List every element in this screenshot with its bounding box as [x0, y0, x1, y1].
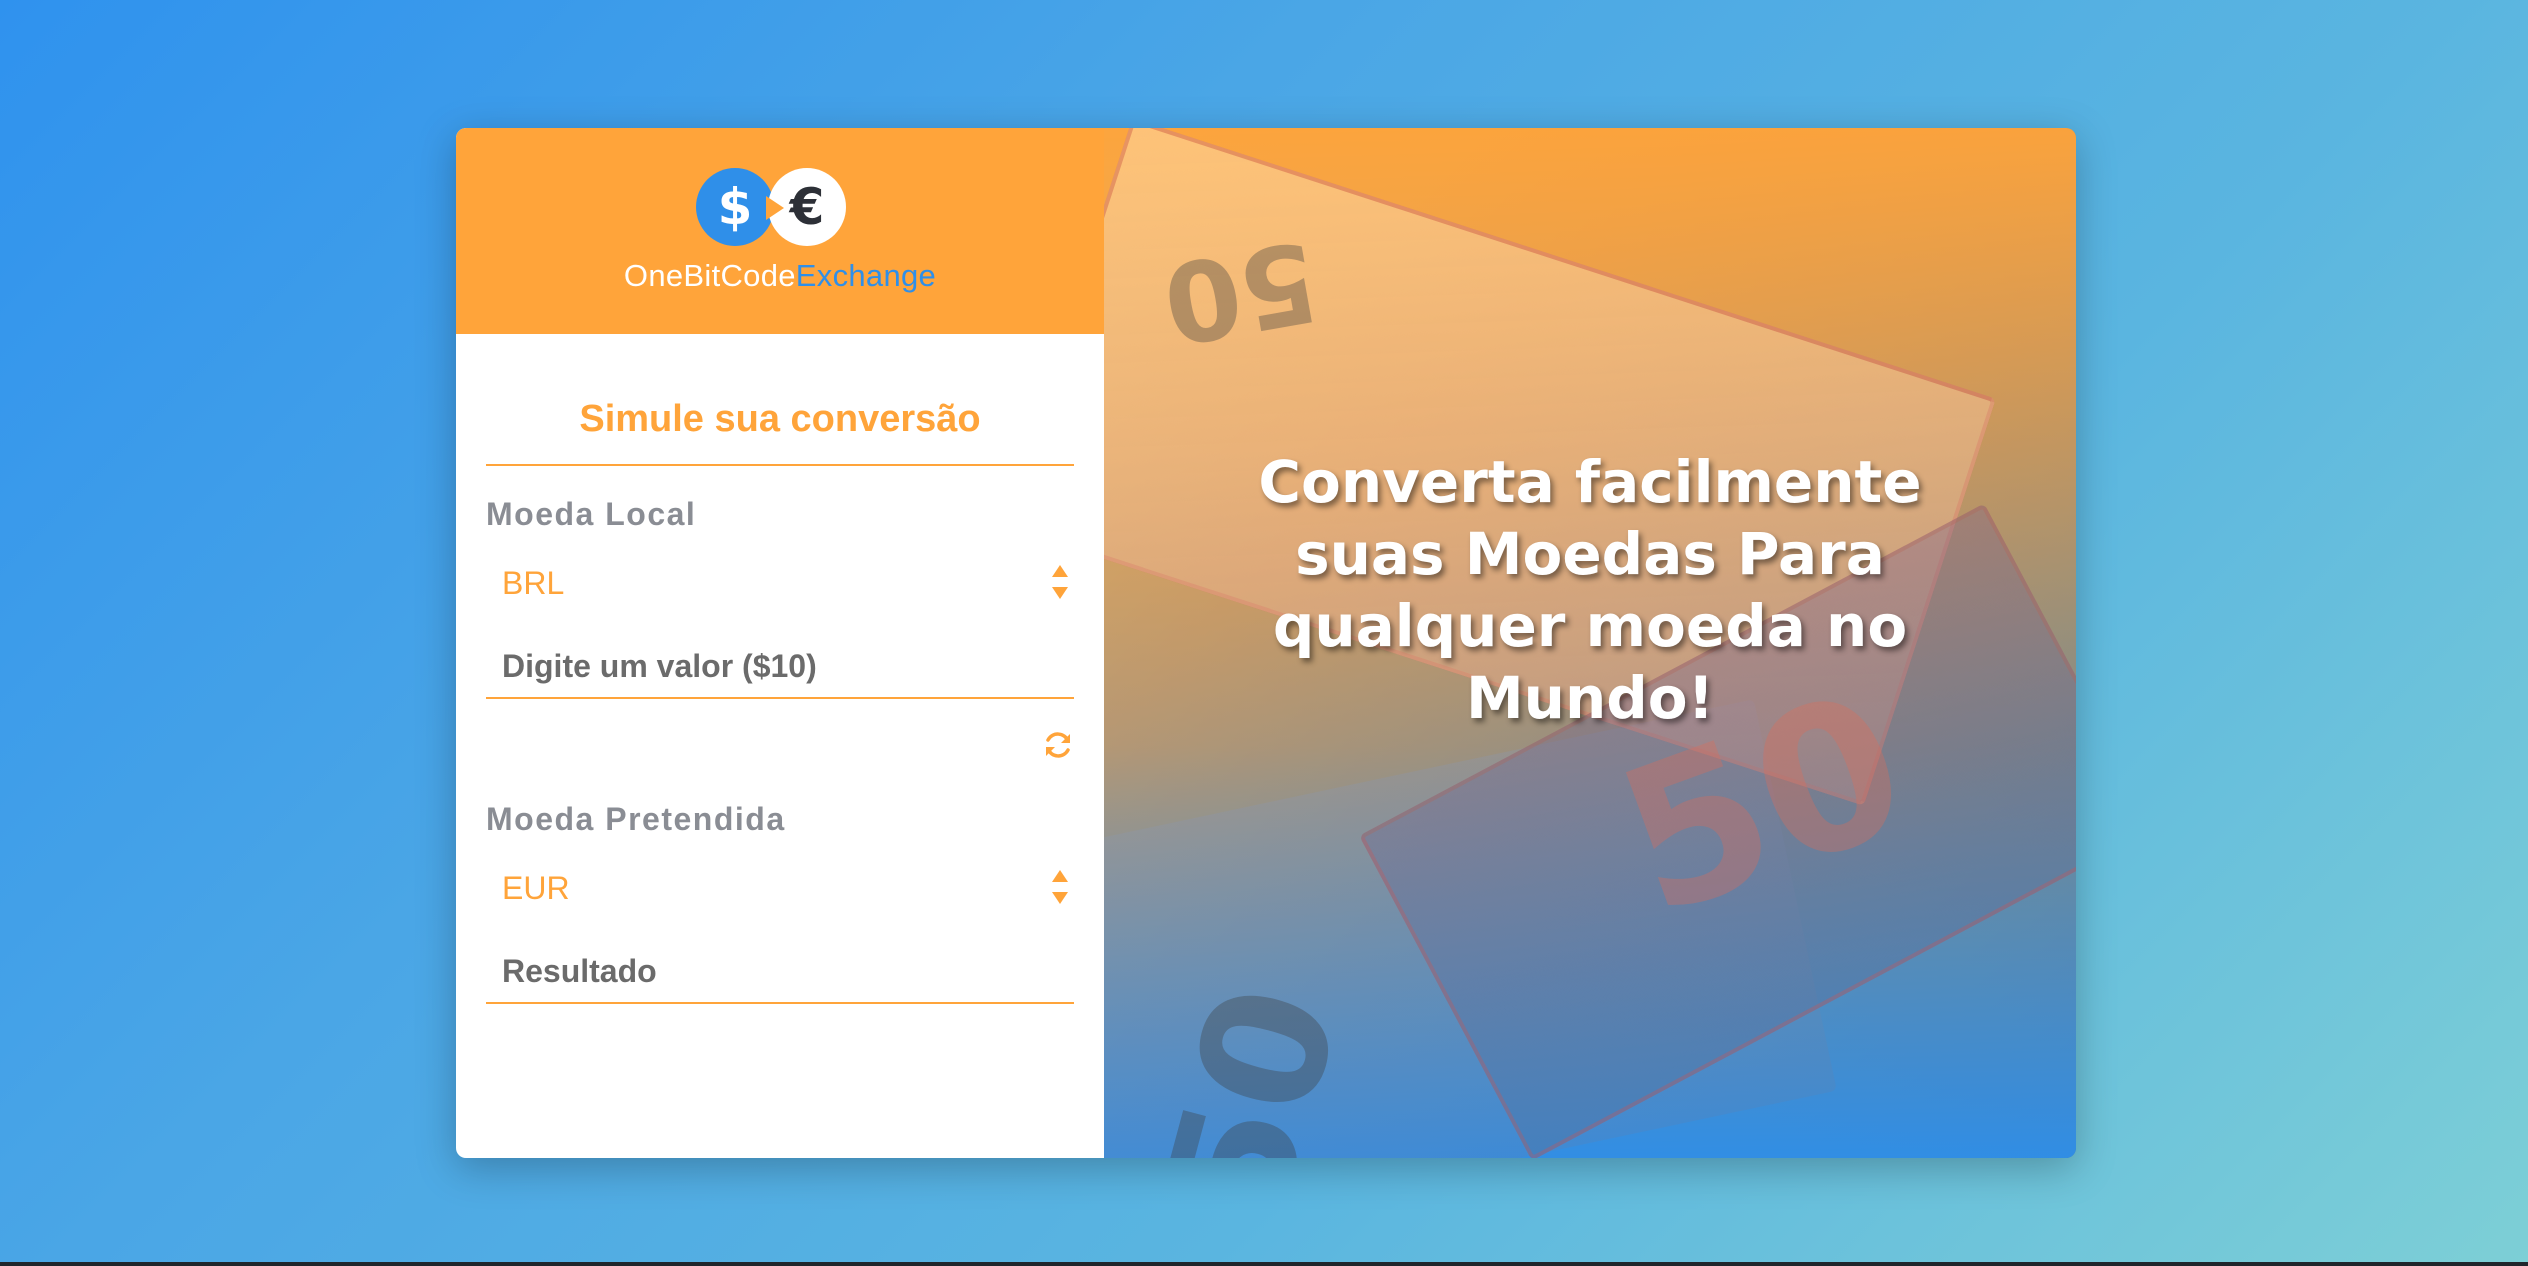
dollar-icon: $: [696, 168, 774, 246]
updown-arrows-icon: [1052, 870, 1068, 904]
logo-icons: $ €: [696, 168, 866, 252]
local-currency-select[interactable]: BRL: [486, 551, 1074, 615]
converter-panel: $ € OneBitCodeExchange Simule sua conver…: [456, 128, 1104, 1158]
target-currency-value: EUR: [502, 869, 570, 906]
hero-banner: 50 50 50 Converta facilmente suas Moedas…: [1104, 128, 2076, 1158]
banknote-image: 50: [1154, 215, 1328, 369]
conversion-form: Simule sua conversão Moeda Local BRL Moe…: [456, 334, 1104, 1004]
title-divider: [486, 464, 1074, 466]
window-bottom-edge: [0, 1262, 2528, 1266]
converter-card: $ € OneBitCodeExchange Simule sua conver…: [456, 128, 2076, 1158]
logo-name-part1: OneBitCode: [623, 258, 796, 293]
logo-wordmark: OneBitCodeExchange: [456, 258, 1104, 294]
result-field[interactable]: [486, 920, 1074, 1004]
local-currency-value: BRL: [502, 564, 565, 601]
local-currency-label: Moeda Local: [486, 496, 697, 532]
hero-headline: Converta facilmente suas Moedas Para qua…: [1258, 448, 1922, 732]
swap-row: [486, 699, 1074, 779]
logo-header: $ € OneBitCodeExchange: [456, 128, 1104, 334]
exchange-arrow-icon: [766, 196, 784, 220]
logo-name-part2: Exchange: [795, 258, 937, 293]
refresh-icon[interactable]: [1042, 729, 1074, 761]
updown-arrows-icon: [1052, 565, 1068, 599]
target-currency-select[interactable]: EUR: [486, 856, 1074, 920]
amount-input[interactable]: [486, 615, 1074, 699]
form-title: Simule sua conversão: [579, 398, 981, 440]
target-currency-label: Moeda Pretendida: [486, 801, 786, 837]
